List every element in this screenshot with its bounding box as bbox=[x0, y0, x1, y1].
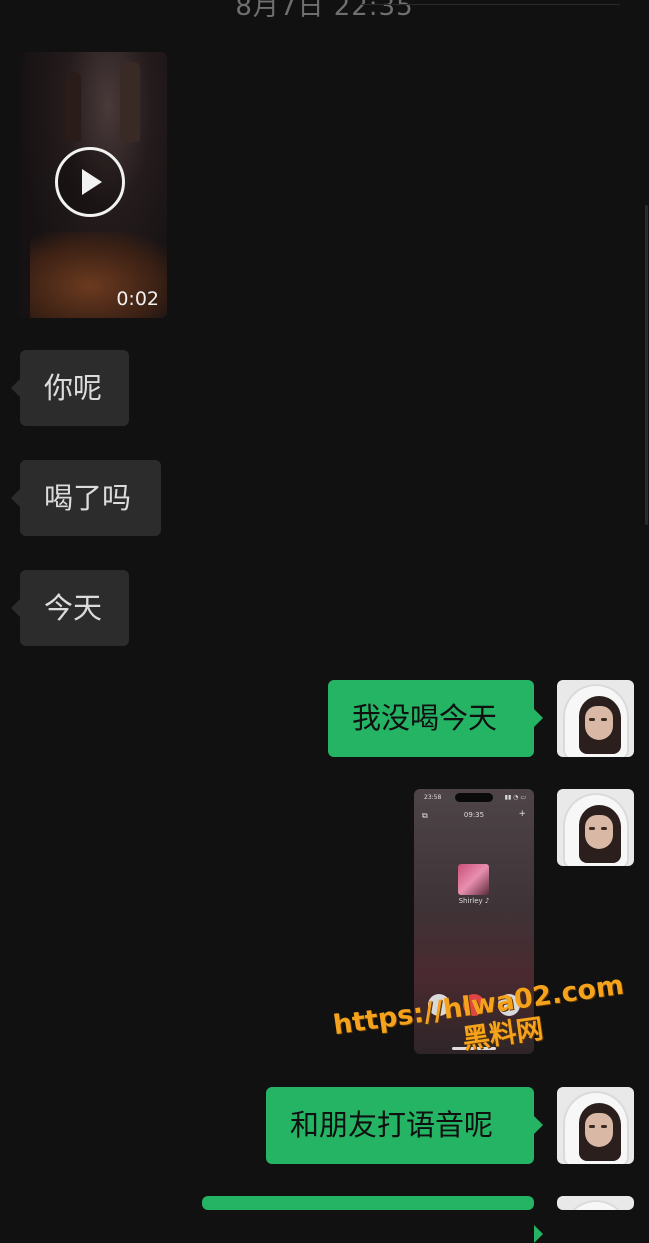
video-message[interactable]: 0:02 bbox=[20, 52, 167, 318]
message-bubble-outgoing[interactable]: 我没喝今天 bbox=[328, 680, 543, 757]
video-thumbnail-bottle bbox=[65, 72, 81, 142]
avatar-face bbox=[585, 815, 613, 849]
avatar-eye bbox=[589, 827, 595, 830]
add-icon: + bbox=[518, 809, 526, 819]
avatar-eye bbox=[601, 1125, 607, 1128]
avatar-eye bbox=[589, 1125, 595, 1128]
avatar-eye bbox=[601, 718, 607, 721]
avatar-face bbox=[585, 1113, 613, 1147]
video-duration: 0:02 bbox=[116, 288, 159, 310]
caller-name: Shirley ♪ bbox=[458, 897, 490, 905]
message-bubble-outgoing-partial[interactable] bbox=[202, 1196, 543, 1243]
message-bubble-incoming[interactable]: 今天 bbox=[11, 570, 129, 646]
status-icons: ▮▮ ◔ ▭ bbox=[504, 794, 526, 801]
call-timer: 09:35 bbox=[463, 811, 485, 819]
avatar[interactable] bbox=[557, 680, 634, 757]
status-time: 23:58 bbox=[424, 794, 442, 801]
dynamic-island bbox=[455, 793, 493, 802]
message-bubble-incoming[interactable]: 喝了吗 bbox=[11, 460, 161, 536]
scrollbar[interactable] bbox=[645, 205, 648, 525]
avatar-hood bbox=[563, 1200, 629, 1210]
avatar[interactable] bbox=[557, 789, 634, 866]
avatar-eye bbox=[601, 827, 607, 830]
avatar-face bbox=[585, 706, 613, 740]
message-bubble-incoming[interactable]: 你呢 bbox=[11, 350, 129, 426]
message-bubble-outgoing[interactable]: 和朋友打语音呢 bbox=[266, 1087, 543, 1164]
play-icon[interactable] bbox=[55, 147, 125, 217]
avatar[interactable] bbox=[557, 1087, 634, 1164]
avatar-eye bbox=[589, 718, 595, 721]
caller-avatar bbox=[458, 864, 489, 895]
avatar-partial[interactable] bbox=[557, 1196, 634, 1210]
divider bbox=[360, 4, 620, 5]
video-thumbnail-bottle bbox=[120, 62, 140, 142]
